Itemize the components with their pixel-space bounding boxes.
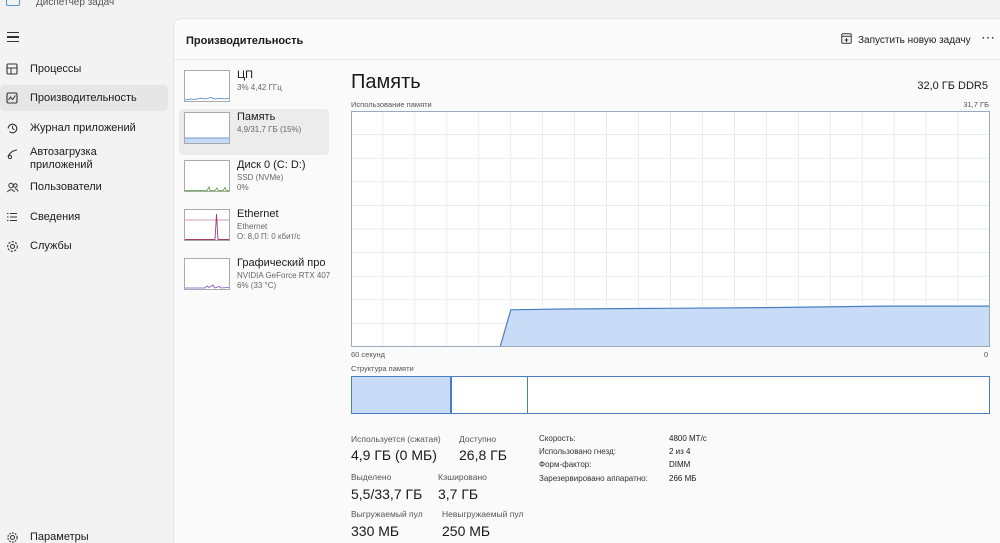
resource-detail: 4,9/31,7 ГБ (15%)	[237, 125, 302, 134]
performance-icon	[5, 91, 19, 105]
speed-value: 4800 МТ/с	[669, 434, 707, 443]
run-new-task-button[interactable]: Запустить новую задачу	[841, 33, 971, 47]
sidebar-item-details[interactable]: Сведения	[0, 204, 168, 230]
resource-detail: Ethernet	[237, 222, 268, 231]
services-icon	[5, 239, 19, 253]
header-divider	[174, 59, 1000, 60]
sidebar-item-label: Производительность	[30, 92, 137, 104]
resource-item-memory[interactable]: Память 4,9/31,7 ГБ (15%)	[179, 109, 329, 155]
memory-structure-bar	[351, 376, 990, 414]
more-options-icon[interactable]: ⋯	[981, 29, 996, 46]
sidebar-item-label: Параметры	[30, 531, 89, 543]
nonpaged-pool-value: 250 МБ	[442, 523, 491, 539]
axis-left-label: 60 секунд	[351, 350, 385, 359]
sidebar-item-label: Пользователи	[30, 181, 102, 193]
resource-item-cpu[interactable]: ЦП 3% 4,42 ГГц	[179, 67, 329, 113]
hamburger-menu-icon[interactable]	[7, 32, 19, 42]
speed-label: Скорость:	[539, 434, 576, 443]
paged-pool-label: Выгружаемый пул	[351, 509, 423, 519]
resource-item-gpu[interactable]: Графический про NVIDIA GeForce RTX 407 6…	[179, 255, 331, 301]
memory-thumbnail-graph	[184, 112, 230, 144]
memory-title: Память	[351, 71, 421, 93]
resource-name: Графический про	[237, 257, 326, 269]
in-use-value: 4,9 ГБ (0 МБ)	[351, 447, 437, 463]
form-factor-value: DIMM	[669, 460, 691, 469]
cached-label: Кэшировано	[438, 472, 487, 482]
resource-name: Память	[237, 111, 276, 123]
window-title: Диспетчер задач	[36, 0, 115, 8]
sidebar-item-label: Автозагрузка	[30, 146, 97, 158]
memory-usage-max: 31,7 ГБ	[963, 100, 989, 109]
main-panel: Производительность Запустить новую задач…	[173, 18, 1000, 543]
disk-thumbnail-graph	[184, 160, 230, 192]
sidebar-item-users[interactable]: Пользователи	[0, 174, 168, 200]
users-icon	[5, 180, 19, 194]
cpu-thumbnail-graph	[184, 70, 230, 102]
sidebar-item-startup-apps[interactable]: Автозагрузка приложений	[0, 144, 168, 176]
memory-usage-label: Использование памяти	[351, 100, 432, 109]
sidebar-item-label: Сведения	[30, 211, 81, 223]
hardware-reserved-value: 266 МБ	[669, 474, 697, 483]
memory-in-use-segment	[352, 377, 452, 413]
available-label: Доступно	[459, 434, 497, 444]
sidebar: Процессы Производительность Журнал прило…	[0, 18, 173, 543]
processes-icon	[5, 62, 19, 76]
sidebar-item-services[interactable]: Службы	[0, 233, 168, 259]
nonpaged-pool-label: Невыгружаемый пул	[442, 509, 524, 519]
page-title: Производительность	[186, 35, 304, 47]
details-icon	[5, 210, 19, 224]
run-task-icon	[841, 33, 852, 47]
available-value: 26,8 ГБ	[459, 447, 507, 463]
resource-detail: 3% 4,42 ГГц	[237, 83, 282, 92]
slots-used-label: Использовано гнезд:	[539, 447, 616, 456]
ethernet-thumbnail-graph	[184, 209, 230, 241]
resource-detail: О: 8,0 П: 0 кбит/с	[237, 232, 301, 241]
resource-name: Диск 0 (C: D:)	[237, 159, 306, 171]
memory-structure-label: Структура памяти	[351, 364, 414, 373]
memory-usage-graph	[351, 111, 990, 347]
axis-right-label: 0	[983, 350, 988, 359]
sidebar-item-label: приложений	[30, 159, 93, 171]
title-bar: Диспетчер задач	[0, 0, 1000, 18]
gpu-thumbnail-graph	[184, 258, 230, 290]
committed-value: 5,5/33,7 ГБ	[351, 486, 423, 502]
sidebar-item-performance[interactable]: Производительность	[0, 85, 168, 111]
cached-value: 3,7 ГБ	[438, 486, 479, 502]
sidebar-item-label: Журнал приложений	[30, 122, 136, 134]
sidebar-item-label: Службы	[30, 240, 72, 252]
sidebar-item-settings[interactable]: Параметры	[0, 524, 168, 543]
startup-icon	[5, 146, 19, 160]
resource-detail: 0%	[237, 183, 249, 192]
resource-name: Ethernet	[237, 208, 279, 220]
sidebar-item-processes[interactable]: Процессы	[0, 56, 168, 82]
paged-pool-value: 330 МБ	[351, 523, 400, 539]
memory-modified-segment	[527, 377, 528, 413]
sidebar-item-label: Процессы	[30, 63, 82, 75]
resource-detail: 6% (33 °C)	[237, 281, 277, 290]
slots-used-value: 2 из 4	[669, 447, 691, 456]
form-factor-label: Форм-фактор:	[539, 460, 592, 469]
memory-total: 32,0 ГБ DDR5	[917, 80, 988, 92]
in-use-label: Используется (сжатая)	[351, 434, 441, 444]
resource-name: ЦП	[237, 69, 254, 81]
hardware-reserved-label: Зарезервировано аппаратно:	[539, 474, 648, 483]
gear-icon	[5, 530, 19, 543]
history-icon	[5, 121, 19, 135]
run-new-task-label: Запустить новую задачу	[858, 34, 971, 46]
committed-label: Выделено	[351, 472, 392, 482]
resource-detail: NVIDIA GeForce RTX 407	[237, 271, 331, 280]
task-manager-icon	[6, 0, 20, 6]
resource-item-ethernet[interactable]: Ethernet Ethernet О: 8,0 П: 0 кбит/с	[179, 206, 329, 252]
resource-item-disk[interactable]: Диск 0 (C: D:) SSD (NVMe) 0%	[179, 157, 329, 203]
resource-detail: SSD (NVMe)	[237, 173, 284, 182]
sidebar-item-app-history[interactable]: Журнал приложений	[0, 115, 168, 141]
